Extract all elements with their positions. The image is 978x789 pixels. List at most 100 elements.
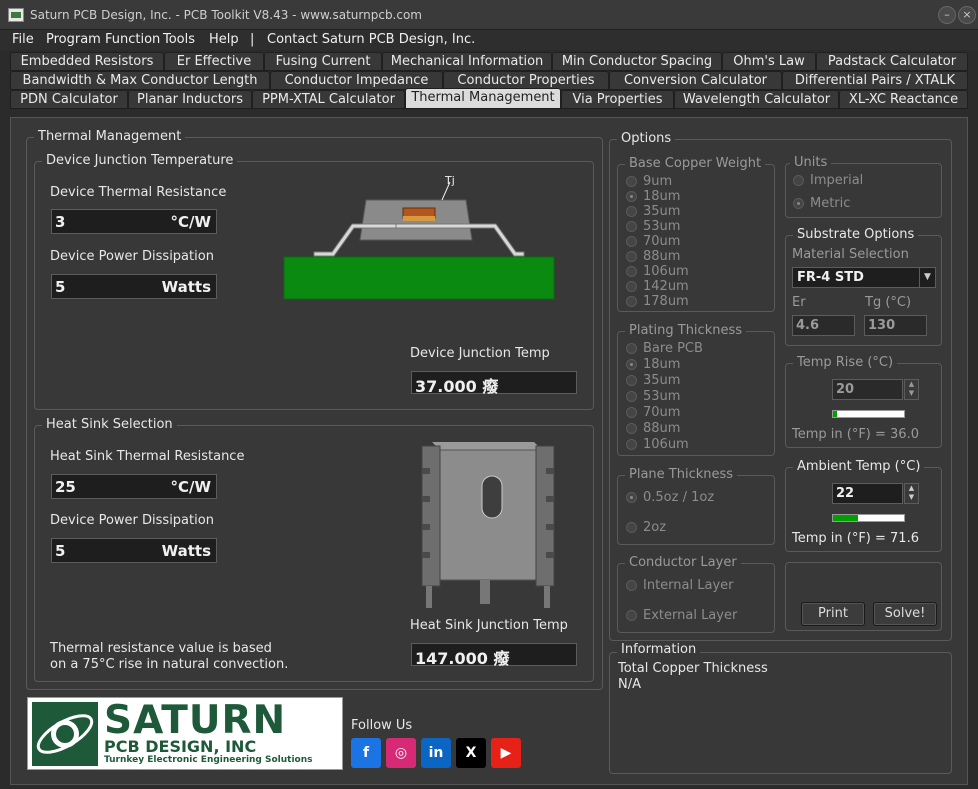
tab-min-conductor-spacing[interactable]: Min Conductor Spacing [552, 52, 722, 71]
print-button[interactable]: Print [801, 602, 865, 626]
solve-button[interactable]: Solve! [873, 602, 937, 626]
heat-sink-resistance-label: Heat Sink Thermal Resistance [50, 449, 245, 464]
menu-program-function[interactable]: Program Function [46, 32, 160, 47]
window-title: Saturn PCB Design, Inc. - PCB Toolkit V8… [30, 8, 422, 22]
minimize-button[interactable]: – [938, 6, 956, 24]
tab-fusing-current[interactable]: Fusing Current [264, 52, 382, 71]
base-copper-option-7: 142um [643, 279, 689, 294]
tab-planar-inductors[interactable]: Planar Inductors [128, 90, 252, 109]
base-copper-radio-3[interactable] [626, 221, 637, 232]
heat-sink-junction-temp-output: 147.000 癈 [411, 643, 577, 668]
tab-xl-xc-reactance[interactable]: XL-XC Reactance [839, 90, 968, 109]
base-copper-group [617, 164, 775, 312]
conductor-radio-1[interactable] [626, 610, 637, 621]
tab-ppm-xtal[interactable]: PPM-XTAL Calculator [252, 90, 405, 109]
chevron-down-icon[interactable]: ▼ [919, 268, 935, 287]
plating-radio-0[interactable] [626, 343, 637, 354]
units-imperial-label: Imperial [810, 173, 864, 188]
plane-thickness-title: Plane Thickness [625, 467, 738, 482]
tab-conversion-calculator[interactable]: Conversion Calculator [609, 71, 782, 90]
tab-wavelength-calculator[interactable]: Wavelength Calculator [674, 90, 839, 109]
close-button[interactable]: × [958, 6, 976, 24]
plating-radio-5[interactable] [626, 423, 637, 434]
plane-radio-1[interactable] [626, 522, 637, 533]
info-line2: N/A [618, 677, 641, 692]
temp-rise-spinner[interactable]: ▲ ▼ [904, 379, 919, 400]
plating-radio-2[interactable] [626, 375, 637, 386]
plating-option-3: 53um [643, 389, 681, 404]
base-copper-radio-6[interactable] [626, 266, 637, 277]
tab-ohms-law[interactable]: Ohm's Law [722, 52, 816, 71]
plane-radio-0[interactable] [626, 492, 637, 503]
tab-pdn-calculator[interactable]: PDN Calculator [10, 90, 128, 109]
tab-er-effective[interactable]: Er Effective [164, 52, 264, 71]
material-select[interactable]: FR-4 STD ▼ [792, 267, 936, 288]
plating-radio-3[interactable] [626, 391, 637, 402]
youtube-icon[interactable]: ▶ [491, 738, 521, 768]
heat-sink-power-input[interactable]: 5 Watts [51, 538, 217, 563]
tg-input[interactable]: 130 [864, 315, 927, 336]
er-input[interactable]: 4.6 [792, 315, 855, 336]
facebook-icon[interactable]: f [351, 738, 381, 768]
heat-sink-resistance-unit: °C/W [170, 478, 211, 496]
base-copper-radio-4[interactable] [626, 236, 637, 247]
base-copper-radio-7[interactable] [626, 281, 637, 292]
heat-sink-resistance-input[interactable]: 25 °C/W [51, 474, 217, 499]
ambient-spinner[interactable]: ▲ ▼ [904, 483, 919, 504]
units-radio-metric[interactable] [793, 198, 804, 209]
base-copper-option-4: 70um [643, 234, 681, 249]
ambient-bar [832, 514, 905, 522]
logo-tagline: Turnkey Electronic Engineering Solutions [104, 755, 313, 765]
device-junction-temp-label: Device Junction Temp [410, 346, 550, 361]
base-copper-radio-5[interactable] [626, 251, 637, 262]
substrate-title: Substrate Options [793, 227, 919, 242]
pcb-board [283, 256, 555, 300]
plating-radio-6[interactable] [626, 439, 637, 450]
units-radio-imperial[interactable] [793, 175, 804, 186]
plating-option-5: 88um [643, 421, 681, 436]
tab-mechanical-information[interactable]: Mechanical Information [382, 52, 552, 71]
linkedin-icon[interactable]: in [421, 738, 451, 768]
heat-sink-title: Heat Sink Selection [42, 417, 177, 432]
plane-option-0: 0.5oz / 1oz [643, 490, 715, 505]
base-copper-radio-8[interactable] [626, 296, 637, 307]
base-copper-option-3: 53um [643, 219, 681, 234]
tab-padstack-calculator[interactable]: Padstack Calculator [816, 52, 968, 71]
tj-label: Tj [444, 174, 455, 187]
device-package-diagram: Tj [283, 174, 555, 300]
tg-value: 130 [868, 318, 896, 333]
menu-help[interactable]: Help [209, 32, 239, 47]
tab-differential-pairs[interactable]: Differential Pairs / XTALK [782, 71, 968, 90]
tab-via-properties[interactable]: Via Properties [561, 90, 674, 109]
ambient-value: 22 [836, 486, 855, 501]
menu-tools[interactable]: Tools [163, 32, 195, 47]
device-thermal-resistance-unit: °C/W [170, 213, 211, 231]
conductor-radio-0[interactable] [626, 580, 637, 591]
heat-sink-junction-temp-label: Heat Sink Junction Temp [410, 618, 568, 633]
base-copper-option-5: 88um [643, 249, 681, 264]
ambient-input[interactable]: 22 [832, 483, 903, 504]
x-icon[interactable]: X [456, 738, 486, 768]
temp-rise-title: Temp Rise (°C) [793, 355, 898, 370]
device-thermal-resistance-label: Device Thermal Resistance [50, 185, 227, 200]
base-copper-radio-1[interactable] [626, 191, 637, 202]
app-icon [8, 8, 24, 22]
plating-radio-1[interactable] [626, 359, 637, 370]
temp-rise-input[interactable]: 20 [832, 379, 903, 400]
plating-radio-4[interactable] [626, 407, 637, 418]
device-power-value: 5 [55, 278, 66, 296]
heat-sink-image [421, 442, 555, 608]
tab-bandwidth[interactable]: Bandwidth & Max Conductor Length [10, 71, 270, 90]
tab-thermal-management[interactable]: Thermal Management [405, 88, 561, 109]
menu-file[interactable]: File [12, 32, 34, 47]
instagram-icon[interactable]: ◎ [386, 738, 416, 768]
device-thermal-resistance-input[interactable]: 3 °C/W [51, 209, 217, 234]
menu-contact[interactable]: Contact Saturn PCB Design, Inc. [267, 32, 475, 47]
device-power-input[interactable]: 5 Watts [51, 274, 217, 299]
base-copper-radio-2[interactable] [626, 206, 637, 217]
material-select-value: FR-4 STD [797, 270, 864, 285]
title-bar: Saturn PCB Design, Inc. - PCB Toolkit V8… [0, 0, 978, 30]
base-copper-radio-0[interactable] [626, 176, 637, 187]
plating-option-6: 106um [643, 437, 689, 452]
tab-embedded-resistors[interactable]: Embedded Resistors [10, 52, 164, 71]
